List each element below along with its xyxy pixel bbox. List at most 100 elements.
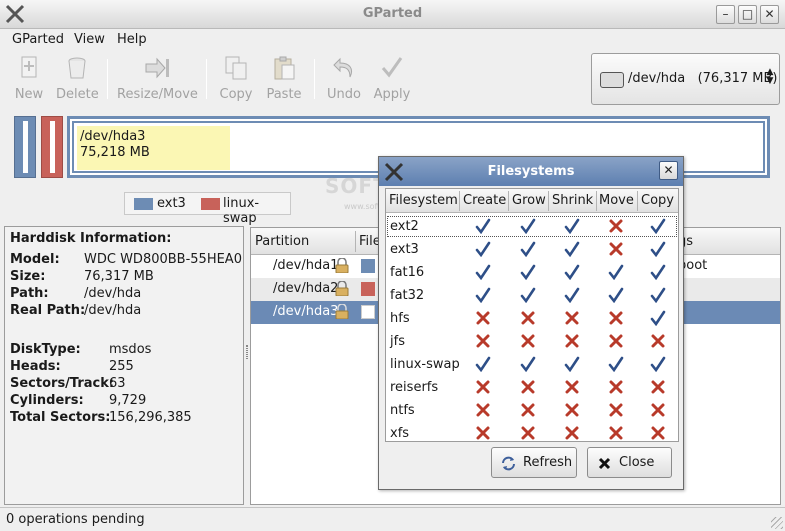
filesystem-name: hfs — [390, 311, 410, 326]
filesystem-name: ext3 — [390, 242, 419, 257]
unsupported-cross-icon — [609, 219, 623, 233]
new-button[interactable]: New — [12, 55, 46, 102]
info-disktype-key: DiskType: — [10, 342, 81, 357]
supported-check-icon — [650, 241, 666, 257]
filesystem-name: ext2 — [390, 219, 419, 234]
partition-name: /dev/hda3 — [273, 304, 339, 319]
column-divider — [355, 231, 356, 252]
unsupported-cross-icon — [476, 403, 490, 417]
legend-swatch-ext3 — [134, 198, 153, 210]
partition-block-name: /dev/hda3 — [80, 129, 146, 144]
col-copy[interactable]: Copy — [641, 193, 674, 208]
filesystem-row[interactable]: xfs — [386, 422, 678, 445]
menu-gparted[interactable]: GParted — [12, 32, 64, 47]
updown-arrows-icon: ▲ ▼ — [766, 67, 774, 86]
harddisk-info-panel: Harddisk Information: Model: WDC WD800BB… — [4, 226, 244, 505]
close-window-button[interactable]: ✕ — [760, 5, 779, 24]
maximize-button[interactable]: □ — [738, 5, 757, 24]
device-selector-label: /dev/hda (76,317 MB) — [628, 71, 777, 86]
supported-check-icon — [608, 264, 624, 280]
unsupported-cross-icon — [651, 380, 665, 394]
paste-clipboard-icon — [274, 56, 295, 80]
unsupported-cross-icon — [651, 403, 665, 417]
filesystem-name: ntfs — [390, 403, 415, 418]
copy-icon — [225, 56, 247, 80]
dialog-titlebar: Filesystems ✕ — [379, 157, 683, 186]
delete-label: Delete — [56, 87, 99, 102]
refresh-icon — [502, 456, 515, 471]
col-move[interactable]: Move — [599, 193, 634, 208]
filesystem-row[interactable]: hfs — [386, 307, 678, 330]
filesystem-row[interactable]: ext2 — [386, 215, 678, 238]
filesystem-name: fat32 — [390, 288, 425, 303]
unsupported-cross-icon — [565, 380, 579, 394]
supported-check-icon — [520, 218, 536, 234]
minimize-button[interactable]: – — [716, 5, 735, 24]
info-disktype-value: msdos — [109, 342, 152, 357]
unsupported-cross-icon — [609, 334, 623, 348]
resize-grip[interactable] — [771, 517, 783, 529]
toolbar-separator — [314, 59, 315, 99]
filesystem-name: xfs — [390, 426, 410, 441]
filesystem-row[interactable]: ntfs — [386, 399, 678, 422]
col-filesystem[interactable]: Filesystem — [389, 193, 458, 208]
partition-block-size: 75,218 MB — [80, 145, 150, 160]
apply-checkmark-icon — [381, 57, 403, 78]
col-grow[interactable]: Grow — [512, 193, 546, 208]
supported-check-icon — [475, 218, 491, 234]
filesystem-row[interactable]: fat16 — [386, 261, 678, 284]
apply-button[interactable]: Apply — [372, 55, 412, 102]
supported-check-icon — [650, 264, 666, 280]
undo-button[interactable]: Undo — [326, 55, 362, 102]
unsupported-cross-icon — [476, 380, 490, 394]
menu-help[interactable]: Help — [117, 32, 147, 47]
close-button[interactable]: Close — [587, 447, 672, 478]
supported-check-icon — [608, 287, 624, 303]
supported-check-icon — [608, 356, 624, 372]
resize-move-button[interactable]: Resize/Move — [117, 55, 198, 102]
unsupported-cross-icon — [651, 334, 665, 348]
column-divider — [596, 191, 597, 211]
filesystem-row[interactable]: reiserfs — [386, 376, 678, 399]
refresh-button[interactable]: Refresh — [491, 447, 577, 478]
col-shrink[interactable]: Shrink — [552, 193, 593, 208]
unsupported-cross-icon — [565, 311, 579, 325]
info-total-sectors-key: Total Sectors: — [10, 410, 111, 425]
col-create[interactable]: Create — [463, 193, 506, 208]
toolbar-separator — [107, 59, 108, 99]
filesystem-row[interactable]: jfs — [386, 330, 678, 353]
filesystem-row[interactable]: linux-swap — [386, 353, 678, 376]
info-heading: Harddisk Information: — [10, 231, 172, 246]
partition-block-hda1[interactable] — [14, 116, 36, 178]
filesystem-name: fat16 — [390, 265, 425, 280]
filesystem-row[interactable]: ext3 — [386, 238, 678, 261]
info-path-value: /dev/hda — [84, 286, 142, 301]
col-partition[interactable]: Partition — [255, 234, 309, 249]
info-cylinders-key: Cylinders: — [10, 393, 84, 408]
resize-label: Resize/Move — [117, 87, 198, 102]
menu-view[interactable]: View — [74, 32, 105, 47]
unsupported-cross-icon — [651, 426, 665, 440]
undo-label: Undo — [327, 87, 361, 102]
supported-check-icon — [520, 241, 536, 257]
copy-button[interactable]: Copy — [218, 55, 254, 102]
paste-button[interactable]: Paste — [265, 55, 303, 102]
delete-button[interactable]: Delete — [56, 55, 99, 102]
device-selector[interactable]: /dev/hda (76,317 MB) ▲ ▼ — [591, 53, 780, 105]
supported-check-icon — [475, 356, 491, 372]
partition-block-hda2[interactable] — [41, 116, 63, 178]
legend-label-ext3: ext3 — [157, 196, 186, 211]
supported-check-icon — [564, 356, 580, 372]
unsupported-cross-icon — [521, 426, 535, 440]
new-document-icon — [21, 56, 37, 78]
legend-label-linux-swap: linux-swap — [223, 196, 260, 226]
supported-check-icon — [564, 287, 580, 303]
dialog-close-icon[interactable]: ✕ — [659, 161, 678, 180]
info-sectors-value: 63 — [109, 376, 126, 391]
pane-splitter-handle[interactable] — [246, 345, 248, 359]
column-divider — [508, 191, 509, 211]
paste-label: Paste — [266, 87, 302, 102]
unsupported-cross-icon — [565, 426, 579, 440]
filesystem-row[interactable]: fat32 — [386, 284, 678, 307]
trash-icon — [68, 57, 86, 79]
